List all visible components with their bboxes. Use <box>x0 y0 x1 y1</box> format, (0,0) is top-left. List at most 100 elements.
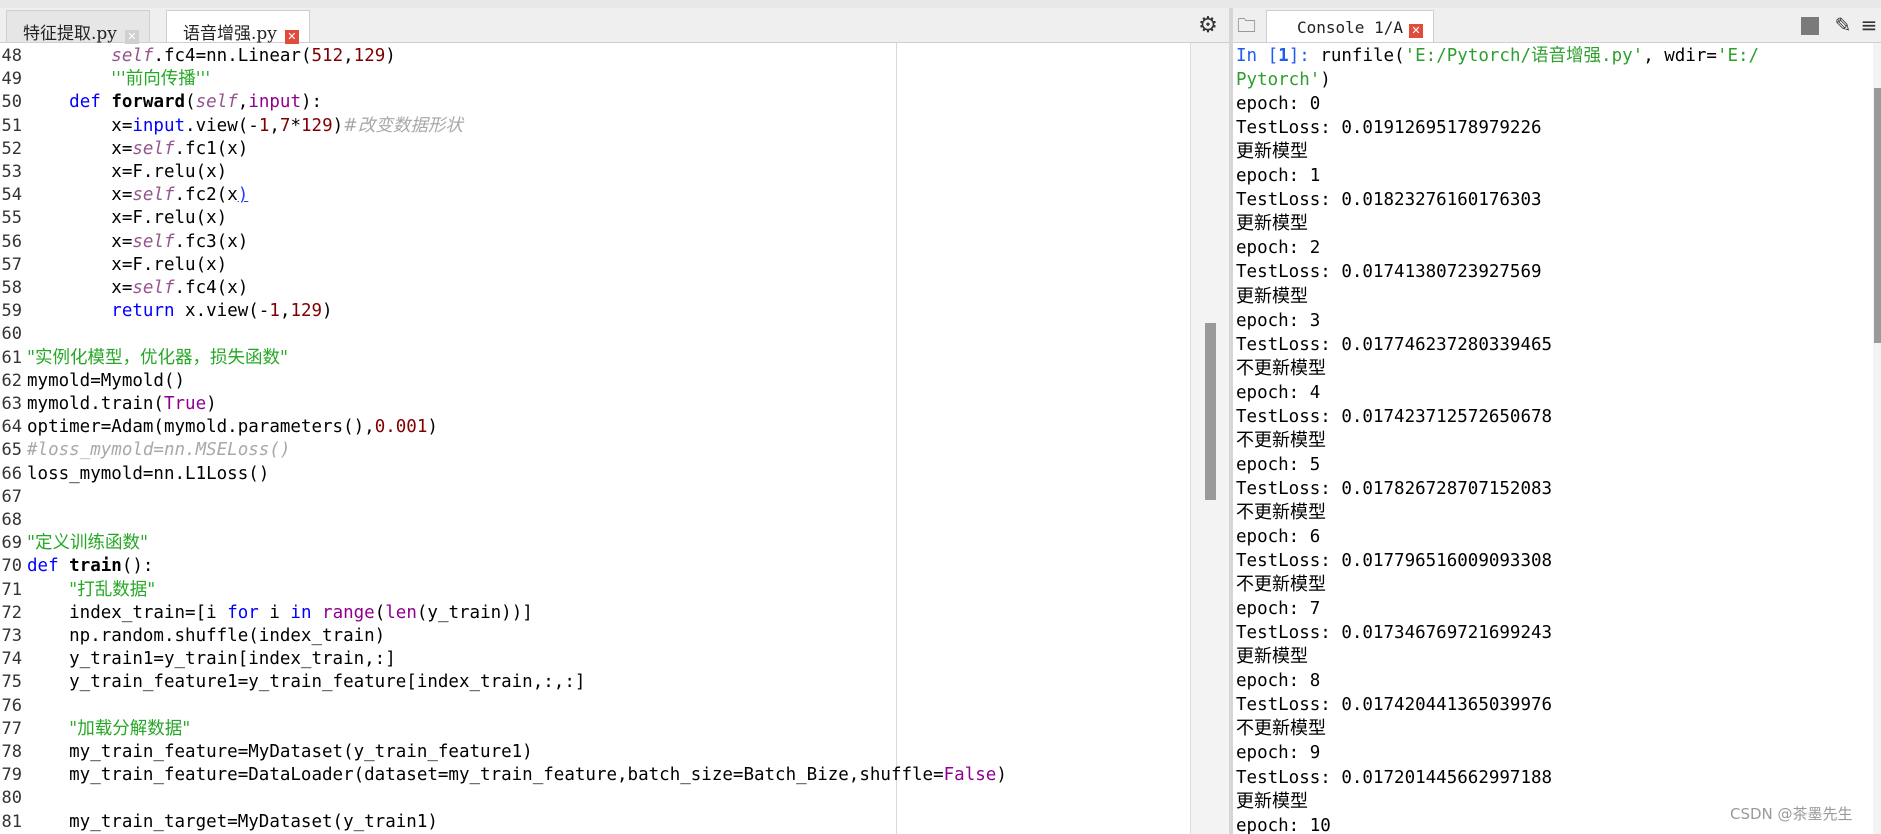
line-number: 77 <box>1 718 22 739</box>
console-tab-label: Console 1/A <box>1297 18 1403 37</box>
tab-feature-extraction[interactable]: 特征提取.py ✕ <box>6 10 150 44</box>
more-icon[interactable]: ≡ <box>1859 13 1879 37</box>
console-line: TestLoss: 0.017420441365039976 <box>1236 695 1553 716</box>
console-output[interactable]: In [1]: runfile('E:/Pytorch/语音增强.py', wd… <box>1233 43 1873 834</box>
console-line: TestLoss: 0.017423712572650678 <box>1236 406 1553 427</box>
line-number: 61 <box>1 347 22 368</box>
folder-icon[interactable]: 🗀 <box>1237 16 1261 36</box>
code-line[interactable]: x=self.fc2(x) <box>27 184 248 207</box>
code-line[interactable]: my_train_target=MyDataset(y_train1) <box>27 811 438 834</box>
console-line: 更新模型 <box>1236 285 1308 307</box>
editor-pane: 特征提取.py ✕ 语音增强.py ✕ ⚙ 48 self.fc4=nn.Linea… <box>0 8 1230 834</box>
line-number: 81 <box>1 811 22 832</box>
code-editor[interactable]: 48 self.fc4=nn.Linear(512,129) 49 '''前向传播… <box>0 43 1190 834</box>
console-line: TestLoss: 0.017746237280339465 <box>1236 334 1553 355</box>
line-number: 55 <box>1 208 22 229</box>
tab-label: 特征提取.py <box>23 24 117 44</box>
line-number: 73 <box>1 626 22 646</box>
code-line[interactable]: y_train1=y_train[index_train,:] <box>27 648 396 671</box>
console-line: 不更新模型 <box>1236 718 1326 740</box>
close-icon[interactable]: ✕ <box>1408 24 1423 38</box>
line-number: 74 <box>1 649 22 670</box>
line-number: 58 <box>1 278 22 298</box>
console-line: TestLoss: 0.017826728707152083 <box>1236 478 1553 499</box>
line-number: 78 <box>1 742 22 762</box>
console-line: TestLoss: 0.01741380723927569 <box>1236 262 1542 283</box>
watermark: CSDN @茶墨先生 <box>1730 805 1853 823</box>
line-number: 79 <box>1 765 22 786</box>
line-number: 80 <box>1 788 22 809</box>
editor-scrollbar[interactable] <box>1190 43 1230 834</box>
code-line[interactable]: x=input.view(-1,7*129)#改变数据形状 <box>27 115 463 138</box>
line-number: 59 <box>1 301 22 322</box>
code-line[interactable]: x=F.relu(x) <box>27 254 227 277</box>
console-line: TestLoss: 0.017201445662997188 <box>1236 767 1553 788</box>
code-line[interactable]: optimer=Adam(mymold.parameters(),0.001) <box>27 416 438 439</box>
console-scroll-thumb[interactable] <box>1874 88 1881 343</box>
console-line: TestLoss: 0.017346769721699243 <box>1236 623 1553 644</box>
line-number: 71 <box>1 579 22 600</box>
code-line[interactable]: x=self.fc3(x) <box>27 231 248 254</box>
line-number: 70 <box>1 556 22 577</box>
line-number: 57 <box>1 254 22 275</box>
line-number: 60 <box>1 324 22 345</box>
gear-icon[interactable]: ⚙ <box>1196 14 1220 38</box>
close-icon[interactable]: ✕ <box>284 30 299 44</box>
console-line: epoch: 5 <box>1236 454 1321 475</box>
tab-speech-enhancement[interactable]: 语音增强.py ✕ <box>166 10 310 44</box>
code-line[interactable]: y_train_feature1=y_train_feature[index_t… <box>27 671 585 694</box>
code-line[interactable]: x=F.relu(x) <box>27 161 227 184</box>
code-line[interactable]: mymold=Mymold() <box>27 370 185 393</box>
console-line: TestLoss: 0.017796516009093308 <box>1236 551 1553 572</box>
console-line: epoch: 10 <box>1236 815 1331 834</box>
console-scrollbar[interactable] <box>1873 43 1881 834</box>
line-number: 52 <box>1 138 22 159</box>
code-line[interactable]: "实例化模型，优化器，损失函数" <box>27 347 288 370</box>
console-line: epoch: 0 <box>1236 94 1321 115</box>
line-number: 48 <box>1 46 22 66</box>
line-number: 63 <box>1 394 22 414</box>
line-number: 56 <box>1 231 22 252</box>
stop-icon[interactable] <box>1801 17 1819 35</box>
code-line[interactable]: loss_mymold=nn.L1Loss() <box>27 463 269 486</box>
code-line[interactable]: x=self.fc1(x) <box>27 138 248 161</box>
line-number: 75 <box>1 672 22 693</box>
console-line: In [1]: runfile('E:/Pytorch/语音增强.py', wd… <box>1236 46 1760 66</box>
editor-tab-bar: 特征提取.py ✕ 语音增强.py ✕ ⚙ <box>0 8 1229 44</box>
console-line: 不更新模型 <box>1236 574 1326 596</box>
code-line[interactable]: '''前向传播''' <box>27 68 210 91</box>
code-line[interactable]: self.fc4=nn.Linear(512,129) <box>27 45 396 68</box>
line-number: 66 <box>1 463 22 484</box>
console-tab-bar: 🗀 Console 1/A ✕ ✎ ≡ <box>1233 8 1881 43</box>
code-line[interactable]: def train(): <box>27 555 153 578</box>
code-line[interactable]: my_train_feature=MyDataset(y_train_featu… <box>27 741 533 764</box>
line-number: 49 <box>1 69 22 90</box>
code-line[interactable]: return x.view(-1,129) <box>27 300 332 323</box>
console-line: epoch: 6 <box>1236 527 1321 547</box>
code-line[interactable]: "定义训练函数" <box>27 532 148 555</box>
close-icon[interactable]: ✕ <box>124 30 139 44</box>
code-line[interactable]: index_train=[i for i in range(len(y_trai… <box>27 602 533 625</box>
code-line[interactable]: x=self.fc4(x) <box>27 277 248 300</box>
editor-scroll-thumb[interactable] <box>1205 323 1216 500</box>
console-line: 不更新模型 <box>1236 357 1326 379</box>
line-number: 72 <box>1 602 22 623</box>
code-line[interactable]: "加载分解数据" <box>27 718 190 741</box>
code-line[interactable]: "打乱数据" <box>27 579 155 602</box>
code-line[interactable]: my_train_feature=DataLoader(dataset=my_t… <box>27 764 1007 787</box>
code-line[interactable]: np.random.shuffle(index_train) <box>27 625 385 648</box>
console-line: 更新模型 <box>1236 213 1308 235</box>
line-number: 62 <box>1 370 22 391</box>
code-line[interactable]: mymold.train(True) <box>27 393 217 416</box>
line-number: 76 <box>1 695 22 716</box>
console-pane: 🗀 Console 1/A ✕ ✎ ≡ In [1]: runfile('E:/P… <box>1233 8 1881 834</box>
console-line: epoch: 3 <box>1236 310 1321 331</box>
console-line: 不更新模型 <box>1236 501 1326 523</box>
tab-console[interactable]: Console 1/A ✕ <box>1266 10 1434 42</box>
code-line[interactable]: def forward(self,input): <box>27 91 322 114</box>
tab-label: 语音增强.py <box>183 24 277 44</box>
code-margin-line <box>896 43 897 834</box>
code-line[interactable]: x=F.relu(x) <box>27 207 227 230</box>
eraser-icon[interactable]: ✎ <box>1830 13 1856 37</box>
code-line[interactable]: #loss_mymold=nn.MSELoss() <box>27 439 290 462</box>
